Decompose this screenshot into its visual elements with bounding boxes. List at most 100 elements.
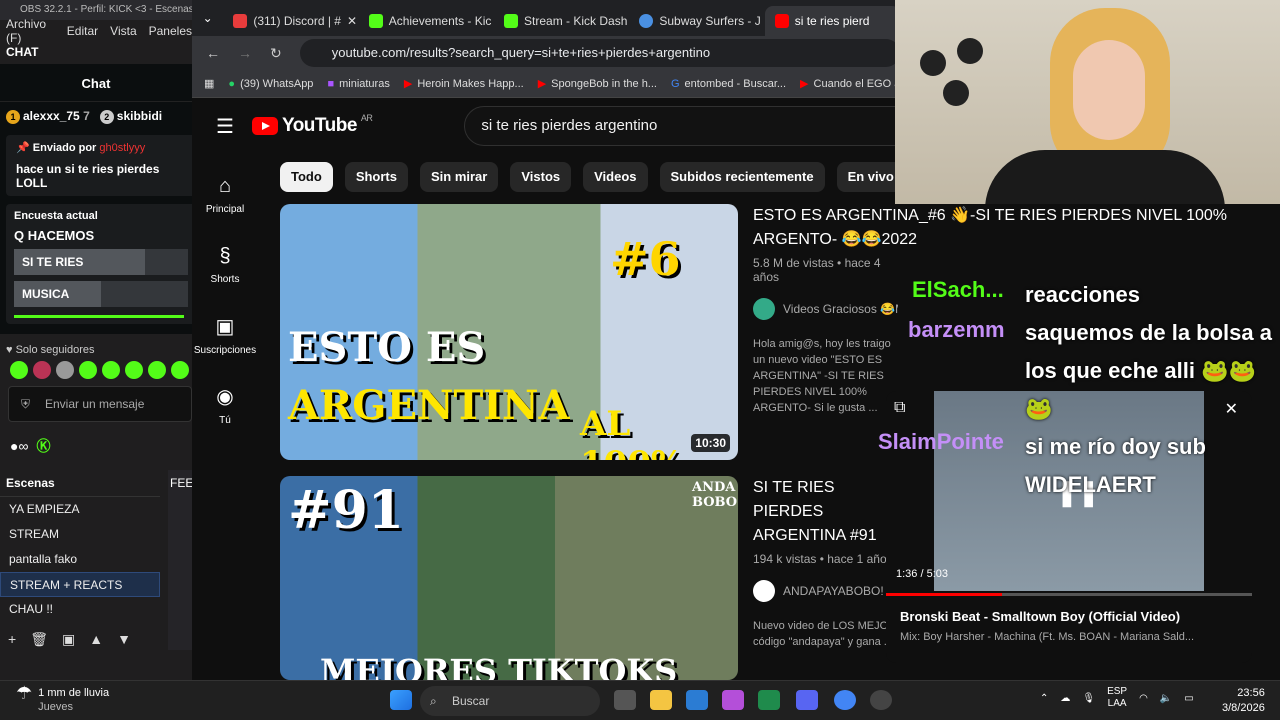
browser-tab[interactable]: Stream - Kick Dash✕ <box>494 6 629 36</box>
menu-file[interactable]: Archivo (F) <box>6 17 55 45</box>
copilot-icon[interactable] <box>722 690 744 710</box>
tab-list-icon[interactable]: ⌄ <box>192 11 223 25</box>
scene-item[interactable]: YA EMPIEZA <box>0 497 160 522</box>
filter-icon[interactable]: ▣ <box>62 631 75 648</box>
language-indicator[interactable]: ESP LAA <box>1107 686 1127 710</box>
poll-option[interactable]: SI TE RIES <box>14 249 188 275</box>
delete-scene-icon[interactable]: 🗑 <box>30 631 48 648</box>
emoji-icon[interactable]: ●∞ <box>10 438 28 454</box>
start-icon[interactable] <box>390 690 412 710</box>
discord-icon <box>233 14 248 28</box>
leader-item[interactable]: 2 skibbidi <box>99 109 162 124</box>
miniplayer-title[interactable]: Bronski Beat - Smalltown Boy (Official V… <box>900 609 1180 624</box>
chevron-up-icon[interactable]: ⌃ <box>1040 693 1048 704</box>
battery-icon[interactable]: ▭ <box>1184 693 1193 704</box>
microphone-icon[interactable]: 🎙 <box>1082 693 1095 704</box>
youtube-icon: ▶ <box>403 78 413 90</box>
youtube-logo[interactable]: YouTube AR <box>251 113 373 137</box>
poll-option[interactable]: MUSICA <box>14 281 188 307</box>
bookmark[interactable]: ▶ Cuando el EGO a <box>800 77 900 91</box>
emote-icon[interactable] <box>33 361 51 379</box>
chrome-icon[interactable] <box>834 690 856 710</box>
discord-icon[interactable] <box>796 690 818 710</box>
bookmark[interactable]: ■ miniaturas <box>327 78 389 90</box>
browser-tab[interactable]: Achievements - Kic✕ <box>359 6 494 36</box>
video-thumbnail[interactable]: #91 ANDA BOBO MEJORES TIKTOKS <box>280 476 738 680</box>
chip-shorts[interactable]: Shorts <box>344 162 408 192</box>
channel-link[interactable]: ANDAPAYABOBO! <box>753 580 898 602</box>
video-thumbnail[interactable]: ESTO ES ARGENTINA #6 AL 100% 10:30 <box>280 204 738 460</box>
pinned-message: 📌 Enviado por gh0stlyyy hace un si te ri… <box>6 135 196 196</box>
emote-icon[interactable] <box>79 361 97 379</box>
chip-unwatched[interactable]: Sin mirar <box>419 162 499 192</box>
sidebar-item-home[interactable]: ⌂ Principal <box>192 160 258 230</box>
forward-icon[interactable]: → <box>238 45 252 61</box>
miniplayer-progress[interactable] <box>886 593 1252 596</box>
kick-chat-panel: Chat 1 alexxx_75 7 2 skibbidi 📌 Enviado po… <box>0 64 196 334</box>
emote-icon[interactable] <box>102 361 120 379</box>
browser-tab[interactable]: (311) Discord | # ✕ <box>223 6 358 36</box>
video-duration: 10:30 <box>691 434 730 452</box>
scene-item-selected[interactable]: STREAM + REACTS <box>0 572 160 597</box>
scene-item[interactable]: pantalla fako <box>0 547 160 572</box>
url-field[interactable]: youtube.com/results?search_query=si+te+r… <box>299 39 900 67</box>
bookmark[interactable]: ▶ Heroin Makes Happ... <box>403 77 524 91</box>
obs-icon[interactable] <box>870 690 892 710</box>
task-view-icon[interactable] <box>614 690 636 710</box>
move-down-icon[interactable]: ▼ <box>117 631 131 647</box>
kick-logo-icon[interactable]: Ⓚ <box>36 436 50 456</box>
sidebar-item-you[interactable]: ◉ Tú <box>192 370 258 440</box>
emote-icon[interactable] <box>171 361 189 379</box>
menu-docks[interactable]: Paneles <box>149 24 192 38</box>
search-input[interactable]: si te ries pierdes argentino <box>464 106 900 146</box>
rain-icon: ☂ <box>16 683 33 703</box>
scene-item[interactable]: STREAM <box>0 522 160 547</box>
menu-view[interactable]: Vista <box>110 24 136 38</box>
shorts-icon: § <box>219 245 231 267</box>
browser-tab[interactable]: Subway Surfers - J✕ <box>629 6 764 36</box>
move-up-icon[interactable]: ▲ <box>89 631 103 647</box>
taskbar-search[interactable]: ⌕ Buscar <box>420 686 600 716</box>
channel-link[interactable]: Videos Graciosos 😂Mentin <box>753 298 898 320</box>
emote-bar <box>10 361 189 379</box>
reload-icon[interactable]: ↻ <box>270 45 282 62</box>
bookmark[interactable]: ▶ SpongeBob in the h... <box>538 77 657 91</box>
browser-tab-active[interactable]: si te ries pierd <box>764 6 901 36</box>
chip-recent[interactable]: Subidos recientemente <box>659 162 825 192</box>
menu-icon[interactable]: ☰ <box>216 114 234 139</box>
overlay-message: reacciones <box>1025 282 1140 307</box>
network-icon[interactable]: ☁ <box>1060 693 1070 704</box>
emote-icon[interactable] <box>125 361 143 379</box>
poll-question: Q HACEMOS <box>14 228 95 243</box>
chat-message-input[interactable]: ⛨ Enviar un mensaje <box>8 386 192 422</box>
scene-item[interactable]: CHAU !! <box>0 597 160 622</box>
file-explorer-icon[interactable] <box>650 690 672 710</box>
video-title[interactable]: ESTO ES ARGENTINA_#6 👋-SI TE RIES PIERDE… <box>753 204 1273 252</box>
bookmark[interactable]: Gentombed - Buscar... <box>671 78 786 90</box>
clock[interactable]: 23:56 3/8/2026 <box>1222 686 1265 716</box>
menu-edit[interactable]: Editar <box>67 24 98 38</box>
close-tab-icon[interactable]: ✕ <box>347 14 357 28</box>
wifi-icon[interactable]: ◠ <box>1139 693 1148 704</box>
chip-watched[interactable]: Vistos <box>510 162 572 192</box>
scenes-title: Escenas <box>0 470 160 497</box>
weather-widget[interactable]: ☂ 1 mm de lluvia Jueves <box>16 683 109 714</box>
apps-icon[interactable]: ▦ <box>204 77 214 90</box>
excel-icon[interactable] <box>758 690 780 710</box>
emote-icon[interactable] <box>10 361 28 379</box>
emote-icon[interactable] <box>56 361 74 379</box>
volume-icon[interactable]: 🔈 <box>1160 693 1172 704</box>
sidebar-item-shorts[interactable]: § Shorts <box>192 230 258 300</box>
leader-item[interactable]: 1 alexxx_75 7 <box>6 109 90 124</box>
video-title[interactable]: SI TE RIES PIERDES ARGENTINA #91 <box>753 476 898 548</box>
expand-icon[interactable]: ⧉ <box>894 399 905 417</box>
bookmark[interactable]: ● (39) WhatsApp <box>228 78 313 90</box>
back-icon[interactable]: ← <box>206 45 220 61</box>
emote-icon[interactable] <box>148 361 166 379</box>
sidebar-item-subscriptions[interactable]: ▣ Suscripciones <box>192 300 258 370</box>
chip-all[interactable]: Todo <box>280 162 333 192</box>
word-icon[interactable] <box>686 690 708 710</box>
chip-videos[interactable]: Videos <box>583 162 648 192</box>
youtube-icon <box>774 14 789 28</box>
add-scene-icon[interactable]: + <box>8 631 16 647</box>
